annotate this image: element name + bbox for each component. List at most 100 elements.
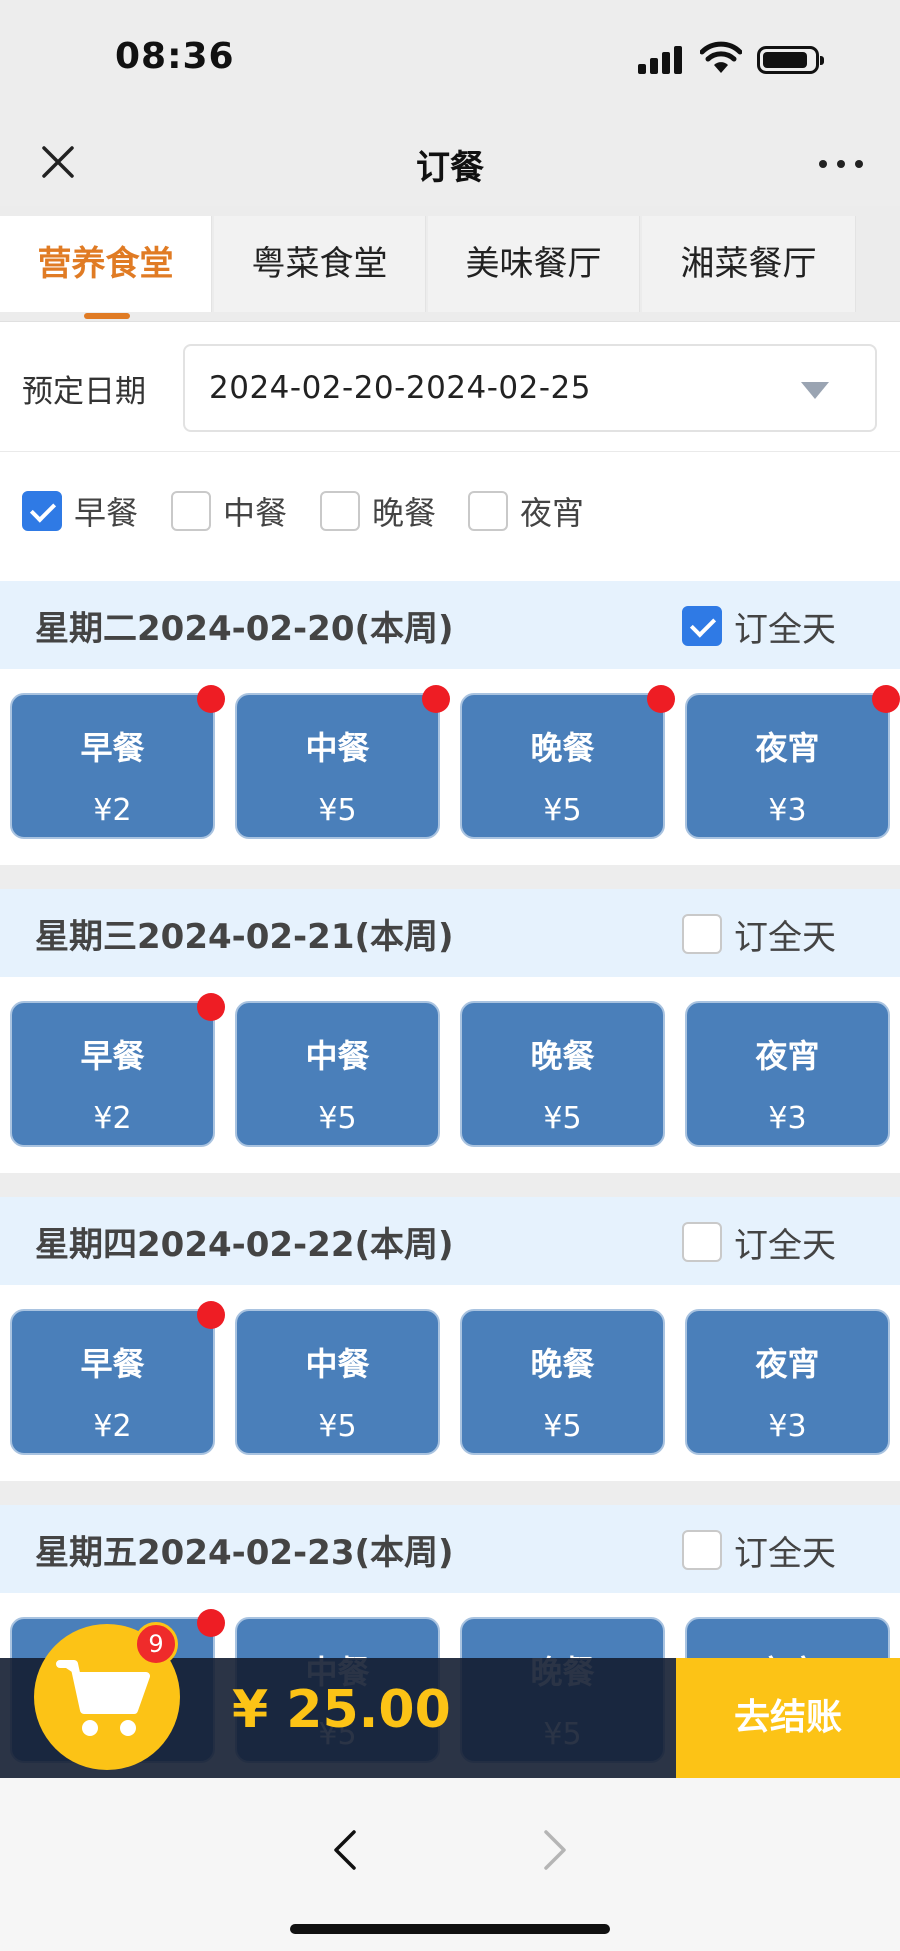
selected-dot-icon: [422, 685, 450, 713]
tab-label: 湘菜餐厅: [680, 244, 817, 284]
meal-name: 早餐: [80, 1345, 145, 1383]
meal-price: ¥3: [768, 1409, 807, 1444]
meal-name: 晚餐: [530, 729, 595, 767]
tab-canteen-4[interactable]: 湘菜餐厅: [642, 216, 856, 312]
caret-down-icon: [801, 382, 829, 399]
checkout-button[interactable]: 去结账: [676, 1658, 900, 1778]
order-all-day-toggle[interactable]: 订全天: [682, 911, 836, 958]
back-arrow-icon[interactable]: [330, 1828, 360, 1872]
meal-name: 早餐: [80, 729, 145, 767]
meal-name: 晚餐: [530, 1345, 595, 1383]
tab-canteen-2[interactable]: 粤菜食堂: [214, 216, 426, 312]
meal-button-lunch[interactable]: 中餐 ¥5: [235, 1001, 440, 1147]
meal-button-breakfast[interactable]: 早餐 ¥2: [10, 993, 225, 1147]
tab-label: 粤菜食堂: [251, 244, 388, 284]
date-range-select[interactable]: 2024-02-20-2024-02-25: [183, 344, 877, 432]
meal-button-dinner[interactable]: 晚餐 ¥5: [460, 685, 675, 839]
order-all-day-label: 订全天: [734, 1225, 836, 1266]
canteen-tabs: 营养食堂 粤菜食堂 美味餐厅 湘菜餐厅: [0, 206, 900, 322]
meal-name: 夜宵: [755, 1345, 820, 1383]
day-header: 星期二2024-02-20(本周) 订全天: [0, 581, 900, 669]
meal-button-late-night[interactable]: 夜宵 ¥3: [685, 1001, 890, 1147]
order-all-day-toggle[interactable]: 订全天: [682, 603, 836, 650]
nav-bar: 订餐: [0, 120, 900, 206]
meal-name: 中餐: [305, 1037, 370, 1075]
meal-price: ¥2: [93, 793, 132, 828]
more-options-icon[interactable]: [815, 148, 867, 178]
selected-dot-icon: [872, 685, 900, 713]
day-header: 星期五2024-02-23(本周) 订全天: [0, 1505, 900, 1593]
cart-total: ¥ 25.00: [232, 1680, 451, 1740]
meal-button-breakfast[interactable]: 早餐 ¥2: [10, 1301, 225, 1455]
order-all-day-label: 订全天: [734, 917, 836, 958]
meal-price: ¥5: [543, 1101, 582, 1136]
selected-dot-icon: [197, 1609, 225, 1637]
meal-filter-label: 夜宵: [520, 494, 585, 532]
meal-filter-breakfast[interactable]: 早餐: [22, 488, 138, 534]
page-title: 订餐: [416, 148, 484, 188]
meal-name: 夜宵: [755, 729, 820, 767]
meal-filter-late-night[interactable]: 夜宵: [468, 488, 584, 534]
tab-canteen-1[interactable]: 营养食堂: [0, 216, 212, 319]
meal-name: 中餐: [305, 729, 370, 767]
order-all-day-label: 订全天: [734, 609, 836, 650]
day-title: 星期五2024-02-23(本周): [35, 1533, 454, 1573]
meal-filter-row: 早餐 中餐 晚餐 夜宵: [0, 452, 900, 582]
meal-filter-label: 中餐: [223, 494, 288, 532]
wifi-icon: [700, 41, 742, 73]
meal-price: ¥3: [768, 793, 807, 828]
cart-count-badge: 9: [134, 1622, 178, 1666]
meal-button-dinner[interactable]: 晚餐 ¥5: [460, 1001, 665, 1147]
order-all-day-toggle[interactable]: 订全天: [682, 1527, 836, 1574]
checkbox-checked-icon[interactable]: [22, 491, 62, 531]
date-filter-row: 预定日期 2024-02-20-2024-02-25: [0, 322, 900, 452]
order-all-day-toggle[interactable]: 订全天: [682, 1219, 836, 1266]
meal-price: ¥5: [543, 793, 582, 828]
meal-price: ¥5: [318, 1101, 357, 1136]
selected-dot-icon: [647, 685, 675, 713]
meal-button-late-night[interactable]: 夜宵 ¥3: [685, 1309, 890, 1455]
meal-filter-dinner[interactable]: 晚餐: [320, 488, 436, 534]
date-range-value: 2024-02-20-2024-02-25: [209, 370, 592, 406]
day-header: 星期三2024-02-21(本周) 订全天: [0, 889, 900, 977]
meal-price: ¥5: [318, 793, 357, 828]
meal-button-breakfast[interactable]: 早餐 ¥2: [10, 685, 225, 839]
checkbox-icon[interactable]: [468, 491, 508, 531]
day-title: 星期四2024-02-22(本周): [35, 1225, 454, 1265]
status-time: 08:36: [115, 36, 235, 77]
checkbox-icon[interactable]: [682, 914, 722, 954]
checkbox-icon[interactable]: [682, 1530, 722, 1570]
meal-button-lunch[interactable]: 中餐 ¥5: [235, 1309, 440, 1455]
shopping-cart-icon: [56, 1660, 150, 1736]
day-title: 星期三2024-02-21(本周): [35, 917, 454, 957]
meal-price: ¥5: [318, 1409, 357, 1444]
checkbox-icon[interactable]: [682, 1222, 722, 1262]
meal-button-lunch[interactable]: 中餐 ¥5: [235, 685, 450, 839]
meal-button-late-night[interactable]: 夜宵 ¥3: [685, 685, 900, 839]
active-tab-indicator: [84, 313, 130, 319]
forward-arrow-icon[interactable]: [540, 1828, 570, 1872]
tab-canteen-3[interactable]: 美味餐厅: [428, 216, 640, 312]
day-title: 星期二2024-02-20(本周): [35, 609, 454, 649]
meal-button-dinner[interactable]: 晚餐 ¥5: [460, 1309, 665, 1455]
day-meals: 早餐 ¥2 中餐 ¥5 晚餐 ¥5 夜宵 ¥3: [0, 669, 900, 865]
meal-filter-lunch[interactable]: 中餐: [171, 488, 287, 534]
home-indicator: [290, 1924, 610, 1934]
browser-toolbar: [0, 1778, 900, 1951]
checkbox-icon[interactable]: [171, 491, 211, 531]
checkbox-checked-icon[interactable]: [682, 606, 722, 646]
meal-price: ¥5: [543, 1409, 582, 1444]
battery-icon: [757, 46, 824, 74]
selected-dot-icon: [197, 1301, 225, 1329]
tab-label: 营养食堂: [37, 244, 174, 284]
selected-dot-icon: [197, 685, 225, 713]
meal-price: ¥3: [768, 1101, 807, 1136]
day-meals: 早餐 ¥2 中餐 ¥5 晚餐 ¥5 夜宵 ¥3: [0, 977, 900, 1173]
meal-name: 夜宵: [755, 1037, 820, 1075]
meal-filter-label: 早餐: [74, 494, 139, 532]
meal-price: ¥2: [93, 1101, 132, 1136]
meal-name: 早餐: [80, 1037, 145, 1075]
meal-filter-label: 晚餐: [372, 494, 437, 532]
status-bar: 08:36: [0, 0, 900, 120]
checkbox-icon[interactable]: [320, 491, 360, 531]
